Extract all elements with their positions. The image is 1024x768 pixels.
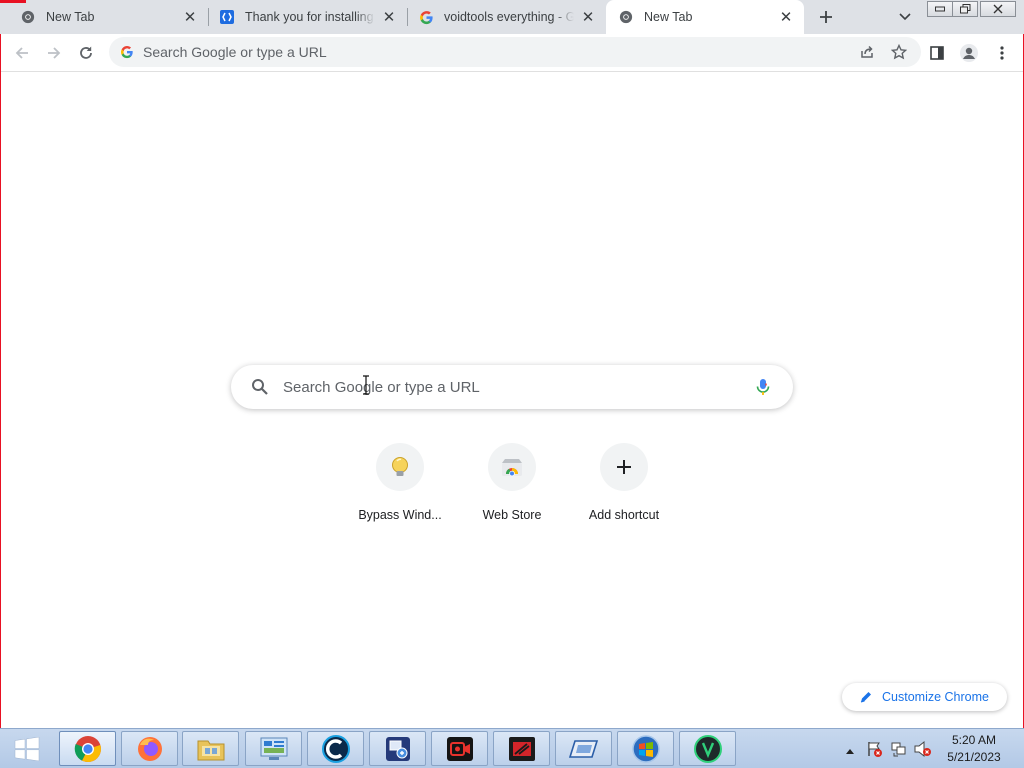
- shortcut-label: Web Store: [482, 508, 542, 522]
- windows-logo-icon: [14, 737, 40, 761]
- restore-icon: [959, 4, 970, 14]
- taskbar-remote-desktop[interactable]: [369, 731, 426, 766]
- customize-chrome-button[interactable]: Customize Chrome: [842, 683, 1007, 711]
- anydesk-icon: [219, 9, 235, 25]
- forward-button[interactable]: [41, 40, 67, 66]
- tab-google-search[interactable]: voidtools everything - Google Search ✕: [408, 0, 606, 34]
- remote-desktop-icon: [385, 736, 410, 761]
- taskbar-drive-app[interactable]: [555, 731, 612, 766]
- taskbar-ccleaner[interactable]: [307, 731, 364, 766]
- menu-button[interactable]: [989, 40, 1015, 66]
- browser-toolbar: [1, 34, 1023, 72]
- taskbar-chrome[interactable]: [59, 731, 116, 766]
- tab-anydesk[interactable]: Thank you for installing AnyDesk ✕: [209, 0, 407, 34]
- plus-icon: [820, 11, 832, 23]
- taskbar-firefox[interactable]: [121, 731, 178, 766]
- close-window-button[interactable]: [980, 1, 1016, 17]
- taskbar-shield-app[interactable]: [679, 731, 736, 766]
- restore-button[interactable]: [952, 1, 978, 17]
- bookmark-star-icon[interactable]: [890, 43, 908, 63]
- tab-title: voidtools everything - Google Search: [444, 10, 574, 24]
- taskbar-windows-media[interactable]: [617, 731, 674, 766]
- share-icon[interactable]: [859, 44, 875, 63]
- file-explorer-icon: [197, 740, 224, 760]
- taskbar-media-app[interactable]: [493, 731, 550, 766]
- side-panel-button[interactable]: [924, 40, 950, 66]
- tab-strip: New Tab ✕ Thank you for installing AnyDe…: [0, 0, 1024, 34]
- volume-muted-icon[interactable]: [913, 740, 933, 761]
- windows-media-icon: [631, 734, 660, 763]
- clock-time: 5:20 AM: [951, 733, 997, 747]
- shortcut-web-store[interactable]: Web Store: [456, 443, 568, 533]
- tab-title: New Tab: [644, 10, 693, 24]
- back-button[interactable]: [9, 40, 35, 66]
- control-panel-icon: [260, 737, 287, 760]
- customize-chrome-label: Customize Chrome: [882, 690, 989, 704]
- minimize-icon: [935, 6, 945, 12]
- shortcut-bypass-windows[interactable]: Bypass Wind...: [344, 443, 456, 533]
- firefox-icon: [137, 736, 162, 761]
- google-icon: [418, 9, 434, 25]
- shortcut-tile[interactable]: [600, 443, 648, 491]
- taskbar-control-panel[interactable]: [245, 731, 302, 766]
- shield-app-icon: [693, 734, 722, 763]
- ntp-search-input[interactable]: [283, 378, 723, 396]
- pencil-icon: [860, 692, 871, 703]
- drive-icon: [568, 739, 598, 758]
- kebab-menu-icon: [1000, 46, 1004, 60]
- close-icon[interactable]: ✕: [580, 9, 596, 26]
- start-button[interactable]: [2, 732, 52, 766]
- tab-search-button[interactable]: [893, 5, 917, 29]
- side-panel-icon: [930, 46, 944, 60]
- ccleaner-icon: [321, 734, 350, 763]
- show-hidden-icons-button[interactable]: [845, 743, 855, 758]
- chrome-icon: [20, 9, 36, 25]
- minimize-button[interactable]: [927, 1, 953, 17]
- arrow-left-icon: [15, 47, 28, 59]
- chevron-down-icon: [899, 13, 911, 21]
- browser-window-frame: [0, 0, 1024, 728]
- google-icon: [121, 46, 133, 59]
- new-tab-button[interactable]: [814, 5, 838, 29]
- close-icon: [993, 4, 1003, 14]
- microphone-icon[interactable]: [753, 377, 773, 397]
- chrome-icon: [618, 9, 634, 25]
- close-icon[interactable]: ✕: [381, 9, 397, 26]
- tab-new-tab-1[interactable]: New Tab ✕: [2, 0, 208, 34]
- add-shortcut-button[interactable]: Add shortcut: [568, 443, 680, 533]
- action-center-icon[interactable]: [866, 740, 884, 761]
- avatar-icon: [960, 44, 978, 62]
- shortcut-tile[interactable]: [376, 443, 424, 491]
- shortcut-label: Bypass Wind...: [358, 508, 442, 522]
- shortcut-label: Add shortcut: [588, 508, 660, 522]
- clock-date: 5/21/2023: [947, 750, 1001, 764]
- system-clock[interactable]: 5:20 AM 5/21/2023: [934, 732, 1014, 766]
- chevron-up-icon: [846, 749, 854, 754]
- lightbulb-icon: [392, 457, 408, 476]
- search-icon: [252, 379, 268, 395]
- windows-taskbar: 5:20 AM 5/21/2023: [0, 728, 1024, 768]
- ntp-search-box[interactable]: [231, 365, 793, 409]
- reload-icon: [80, 46, 92, 59]
- address-bar[interactable]: [109, 37, 921, 67]
- chrome-icon: [74, 735, 101, 762]
- web-store-icon: [502, 459, 522, 477]
- close-icon[interactable]: ✕: [778, 9, 794, 26]
- tab-new-tab-active[interactable]: New Tab ✕: [606, 0, 804, 34]
- address-input[interactable]: [143, 44, 743, 60]
- screen-recorder-icon: [446, 736, 473, 761]
- plus-icon: [617, 460, 631, 474]
- close-icon[interactable]: ✕: [182, 9, 198, 26]
- tab-title: New Tab: [46, 10, 95, 24]
- media-icon: [508, 736, 535, 761]
- reload-button[interactable]: [73, 40, 99, 66]
- shortcut-tile[interactable]: [488, 443, 536, 491]
- arrow-right-icon: [48, 47, 61, 59]
- network-icon[interactable]: [890, 740, 908, 761]
- profile-button[interactable]: [956, 40, 982, 66]
- text-cursor-icon: [363, 375, 369, 395]
- taskbar-screen-recorder[interactable]: [431, 731, 488, 766]
- tab-title: Thank you for installing AnyDesk: [245, 10, 375, 24]
- taskbar-file-explorer[interactable]: [182, 731, 239, 766]
